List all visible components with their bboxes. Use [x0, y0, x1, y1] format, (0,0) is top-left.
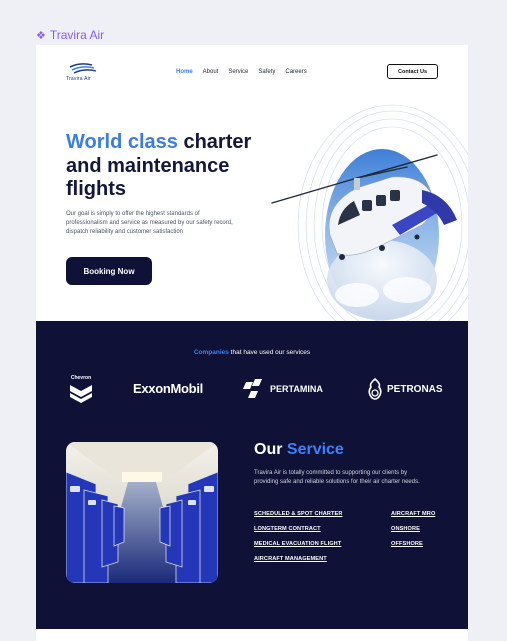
service-link-offshore[interactable]: OFFSHORE	[391, 541, 435, 548]
pertamina-logo-text: PERTAMINA	[270, 384, 323, 394]
companies-heading-rest: that have used our services	[228, 349, 311, 356]
logo-wings-icon	[69, 63, 97, 74]
nav-link-about[interactable]: About	[203, 69, 219, 75]
services-list-right: AIRCRAFT MRO ONSHORE OFFSHORE	[391, 511, 435, 548]
helicopter-illustration	[271, 104, 468, 346]
nav-link-careers[interactable]: Careers	[285, 69, 306, 75]
contact-us-button[interactable]: Contact Us	[387, 64, 438, 79]
frame-label[interactable]: ❖ Travira Air	[36, 28, 104, 42]
chevron-logo: Chevron	[66, 375, 96, 403]
hero-title-accent: World class	[66, 131, 178, 153]
service-link-scheduled-spot-charter[interactable]: SCHEDULED & SPOT CHARTER	[254, 511, 343, 518]
logo-text: Travira Air	[66, 76, 91, 82]
companies-heading-accent: Companies	[193, 349, 229, 356]
petronas-logo: PETRONAS	[367, 378, 443, 400]
services-title-plain: Our	[254, 441, 287, 458]
services-title: Our Service	[254, 441, 344, 459]
booking-now-button[interactable]: Booking Now	[66, 257, 152, 285]
service-link-longterm-contract[interactable]: LONGTERM CONTRACT	[254, 526, 343, 533]
service-link-medical-evacuation[interactable]: MEDICAL EVACUATION FLIGHT	[254, 541, 343, 548]
companies-heading: Companies that have used our services	[36, 349, 468, 356]
cabin-interior-illustration	[66, 442, 218, 583]
nav-link-service[interactable]: Service	[228, 69, 248, 75]
chevron-logo-text: Chevron	[70, 375, 92, 381]
pertamina-icon	[243, 379, 262, 398]
services-description: Travira Air is totally committed to supp…	[254, 470, 420, 485]
component-icon: ❖	[36, 29, 46, 42]
cabin-image	[66, 442, 218, 583]
nav-links: Home About Service Safety Careers	[176, 69, 307, 75]
hero-image	[232, 85, 468, 346]
service-link-onshore[interactable]: ONSHORE	[391, 526, 435, 533]
partners-and-services-section: Companies that have used our services Ch…	[36, 321, 468, 629]
pertamina-logo: PERTAMINA	[242, 378, 323, 400]
services-title-accent: Service	[286, 441, 344, 458]
exxonmobil-logo: ExxonMobil	[133, 381, 203, 396]
service-link-aircraft-mro[interactable]: AIRCRAFT MRO	[391, 511, 435, 518]
services-list-left: SCHEDULED & SPOT CHARTER LONGTERM CONTRA…	[254, 511, 343, 563]
service-link-aircraft-management[interactable]: AIRCRAFT MANAGEMENT	[254, 556, 343, 563]
hero-description: Our goal is simply to offer the highest …	[66, 211, 233, 235]
nav-link-home[interactable]: Home	[176, 69, 193, 75]
petronas-icon	[368, 378, 382, 400]
chevron-icon	[70, 385, 92, 403]
petronas-logo-text: PETRONAS	[387, 383, 443, 395]
frame-name: Travira Air	[49, 28, 105, 42]
landing-page: Travira Air Home About Service Safety Ca…	[36, 45, 468, 641]
nav-link-safety[interactable]: Safety	[258, 69, 275, 75]
